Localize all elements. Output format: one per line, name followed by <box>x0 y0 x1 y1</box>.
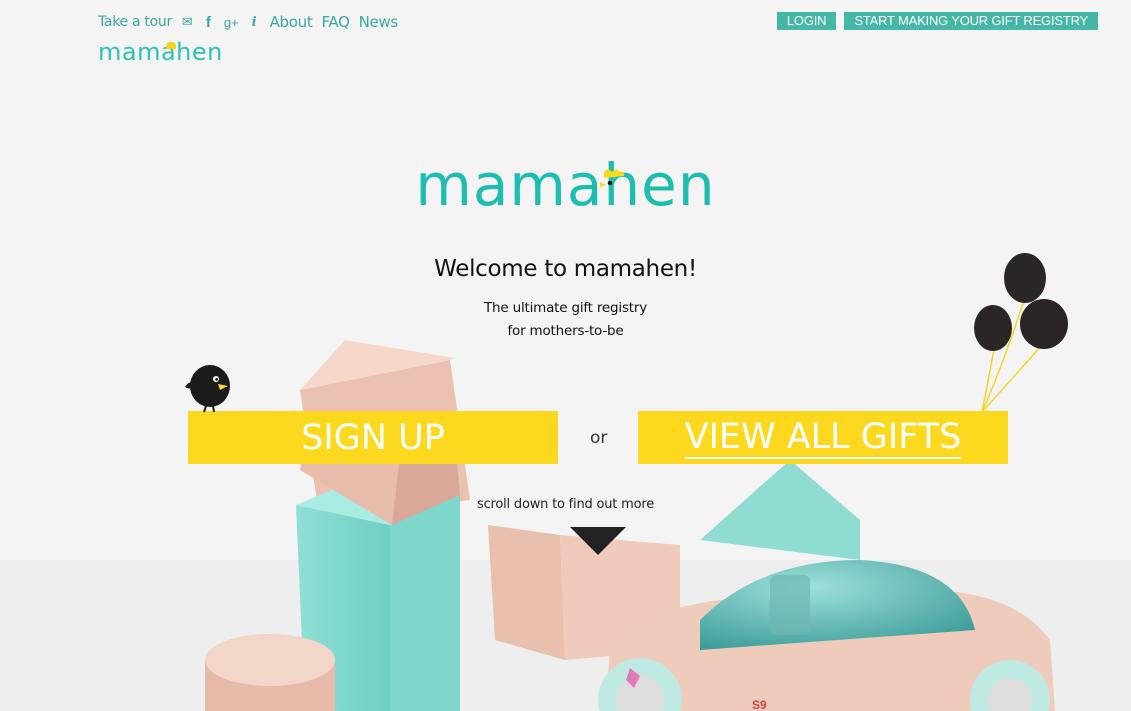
tagline: The ultimate gift registry for mothers-t… <box>0 297 1131 343</box>
tagline-line-1: The ultimate gift registry <box>483 300 648 316</box>
background-photo: S9 <box>0 0 1131 711</box>
sign-up-label: SIGN UP <box>301 417 445 458</box>
hen-comb-icon <box>166 42 176 49</box>
scroll-hint: scroll down to find out more <box>477 497 654 512</box>
start-registry-button[interactable]: START MAKING YOUR GIFT REGISTRY <box>844 12 1098 30</box>
top-actions: LOGIN START MAKING YOUR GIFT REGISTRY <box>769 12 1098 30</box>
top-nav: Take a tour ✉ f g+ i About FAQ News <box>98 11 407 33</box>
info-icon[interactable]: i <box>252 15 257 30</box>
scroll-down-arrow-icon[interactable] <box>570 527 626 555</box>
about-link[interactable]: About <box>270 13 313 31</box>
svg-text:S9: S9 <box>752 698 767 711</box>
facebook-icon[interactable]: f <box>206 14 211 31</box>
google-plus-icon[interactable]: g+ <box>224 15 239 30</box>
news-link[interactable]: News <box>359 13 399 31</box>
hen-head-icon <box>600 169 624 187</box>
bird-mascot-icon <box>185 365 230 413</box>
header-logo-text: mamahen <box>98 38 223 66</box>
take-a-tour-link[interactable]: Take a tour <box>98 14 172 30</box>
sign-up-button[interactable]: SIGN UP <box>188 411 558 464</box>
welcome-heading: Welcome to mamahen! <box>434 256 697 282</box>
hero-logo: mamahen <box>0 151 1131 219</box>
faq-link[interactable]: FAQ <box>321 13 349 31</box>
email-icon[interactable]: ✉ <box>182 15 193 30</box>
view-all-gifts-label: VIEW ALL GIFTS <box>684 416 962 459</box>
or-separator: or <box>590 428 608 448</box>
view-all-gifts-button[interactable]: VIEW ALL GIFTS <box>638 411 1008 464</box>
hero-logo-text: mamahen <box>415 151 716 219</box>
tagline-line-2: for mothers-to-be <box>507 323 624 339</box>
header-logo[interactable]: mamahen <box>98 38 223 66</box>
login-button[interactable]: LOGIN <box>776 12 837 30</box>
